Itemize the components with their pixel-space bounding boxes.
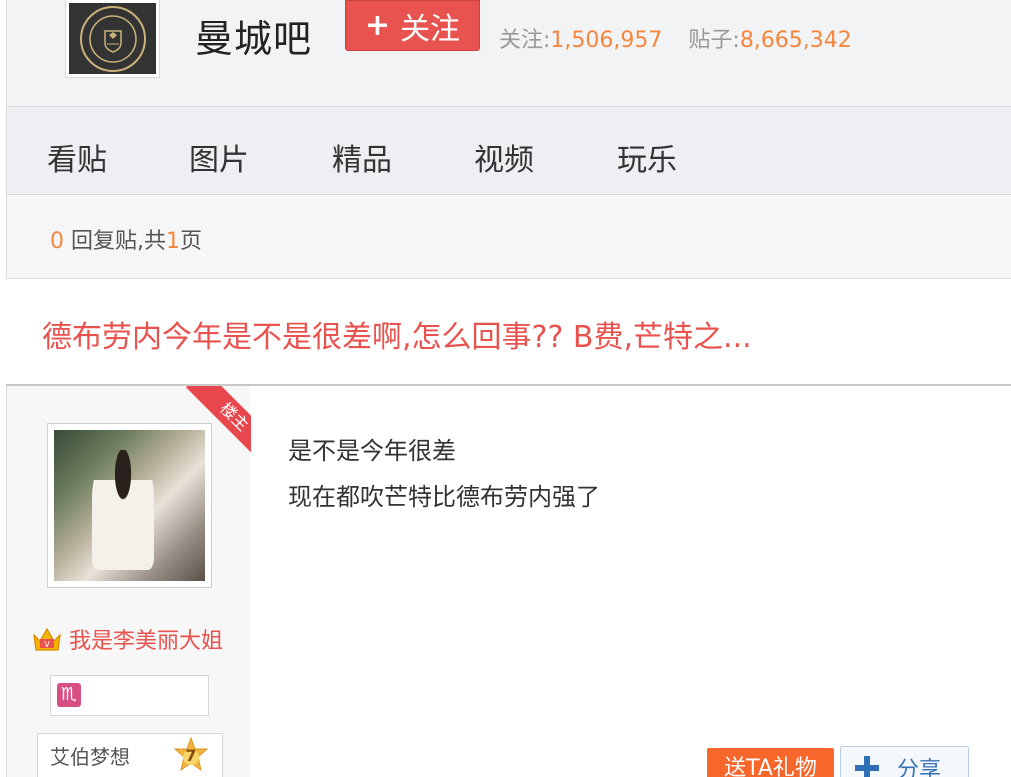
post-content: 是不是今年很差 现在都吹芒特比德布劳内强了 bbox=[288, 428, 600, 520]
send-gift-button[interactable]: 送TA礼物 bbox=[707, 748, 834, 777]
manchester-city-crest-icon bbox=[69, 3, 156, 74]
forum-stats: 关注:1,506,957 贴子:8,665,342 bbox=[499, 22, 852, 54]
avatar-photo bbox=[54, 430, 205, 581]
author-column: 楼主 V 我是李美丽大姐 ♏ 艾伯梦想 7 bbox=[6, 386, 251, 777]
thread-page-info: 0 回复贴,共1页 bbox=[6, 195, 1011, 279]
tab-images[interactable]: 图片 bbox=[189, 135, 249, 179]
member-crown-icon: V bbox=[33, 627, 61, 651]
user-level-box[interactable]: 艾伯梦想 7 bbox=[37, 733, 223, 777]
forum-header: 曼城吧 + 关注 关注:1,506,957 贴子:8,665,342 bbox=[6, 0, 1011, 107]
level-name: 艾伯梦想 bbox=[50, 745, 130, 769]
tab-posts[interactable]: 看贴 bbox=[47, 135, 107, 179]
posts-count: 8,665,342 bbox=[739, 28, 852, 53]
author-username[interactable]: 我是李美丽大姐 bbox=[69, 623, 223, 655]
follow-button[interactable]: + 关注 bbox=[345, 0, 480, 51]
share-plus-icon bbox=[855, 756, 879, 777]
share-button[interactable]: 分享 bbox=[840, 746, 969, 777]
follow-label: 关注 bbox=[400, 11, 461, 47]
posts-label: 贴子: bbox=[688, 28, 740, 53]
forum-nav: 看贴 图片 精品 视频 玩乐 bbox=[6, 107, 1011, 195]
post-line: 现在都吹芒特比德布劳内强了 bbox=[288, 483, 600, 511]
tab-featured[interactable]: 精品 bbox=[332, 135, 392, 179]
scorpio-icon[interactable]: ♏ bbox=[57, 683, 81, 707]
followers-label: 关注: bbox=[499, 28, 551, 53]
plus-icon: + bbox=[364, 8, 391, 43]
followers-count: 1,506,957 bbox=[550, 28, 663, 53]
page-label: 页 bbox=[180, 229, 203, 254]
zodiac-badge-box: ♏ bbox=[50, 675, 209, 716]
share-label: 分享 bbox=[897, 758, 942, 777]
author-name-row: V 我是李美丽大姐 bbox=[31, 623, 223, 655]
post-line: 是不是今年很差 bbox=[288, 437, 456, 465]
reply-summary: 0 回复贴,共1页 bbox=[50, 223, 202, 255]
forum-logo[interactable] bbox=[65, 0, 160, 78]
page-count: 1 bbox=[166, 229, 180, 254]
thread-title: 德布劳内今年是不是很差啊,怎么回事?? B费,芒特之... bbox=[42, 320, 752, 355]
svg-text:V: V bbox=[44, 640, 50, 649]
forum-name[interactable]: 曼城吧 bbox=[195, 8, 312, 63]
level-badge-icon: 7 bbox=[172, 736, 210, 775]
level-number: 7 bbox=[185, 745, 197, 765]
tab-fun[interactable]: 玩乐 bbox=[617, 135, 677, 179]
tab-videos[interactable]: 视频 bbox=[474, 135, 534, 179]
avatar[interactable] bbox=[47, 423, 212, 588]
reply-label: 回复贴,共 bbox=[71, 229, 166, 254]
reply-count: 0 bbox=[50, 229, 64, 254]
